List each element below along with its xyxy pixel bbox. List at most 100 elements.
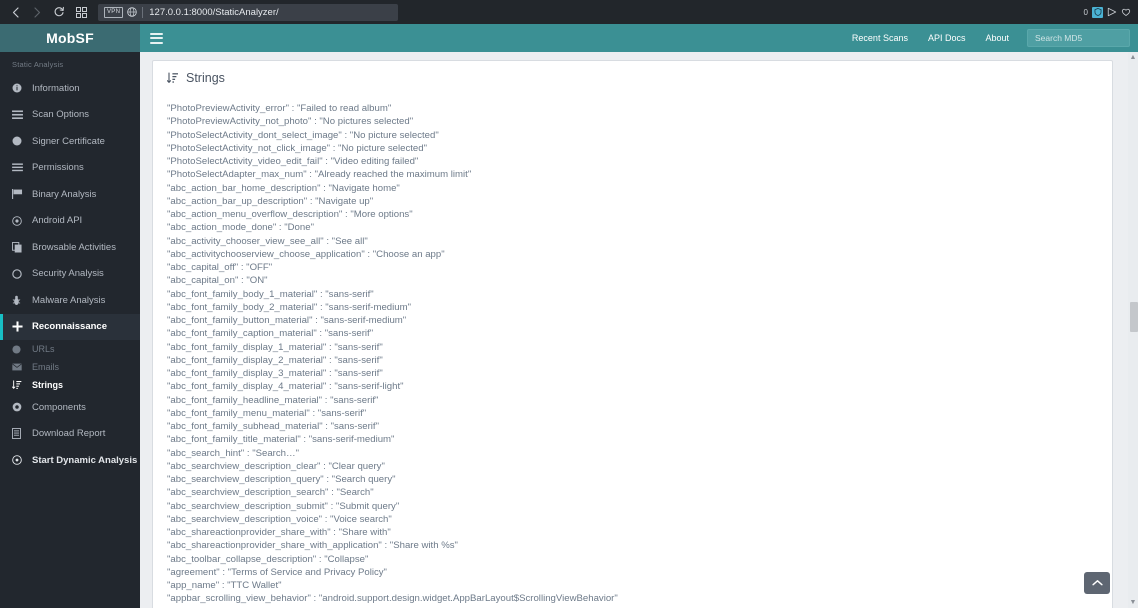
string-line: "abc_searchview_description_query" : "Se… (167, 474, 396, 485)
string-line: "abc_activity_chooser_view_see_all" : "S… (167, 235, 368, 247)
search-md5-input[interactable] (1027, 29, 1130, 47)
scrollbar-up-arrow[interactable]: ▲ (1129, 53, 1137, 62)
url-divider (142, 6, 144, 18)
back-icon[interactable] (4, 2, 26, 22)
string-line: "abc_searchview_description_voice" : "Vo… (167, 513, 392, 525)
string-line: "abc_font_family_title_material" : "sans… (167, 434, 395, 446)
plus-icon (12, 321, 26, 332)
globe-icon (12, 344, 26, 354)
sidebar-item-label: Android API (32, 215, 83, 227)
sidebar-item-label: Security Analysis (32, 268, 104, 280)
browser-extension-area: 0 (1081, 2, 1134, 22)
hamburger-icon[interactable] (150, 32, 163, 44)
string-line: "abc_font_family_display_1_material" : "… (167, 341, 383, 353)
string-line: "abc_font_family_display_2_material" : "… (167, 354, 383, 366)
topbar: Recent Scans API Docs About (140, 24, 1138, 52)
sidebar-item-components[interactable]: Components (0, 394, 140, 421)
browser-nav-buttons (0, 2, 92, 22)
string-line: "abc_font_family_menu_material" : "sans-… (167, 407, 367, 419)
sidebar-item-signer-certificate[interactable]: Signer Certificate (0, 128, 140, 155)
scrollbar-down-arrow[interactable]: ▼ (1129, 598, 1137, 607)
sidebar-item-binary-analysis[interactable]: Binary Analysis (0, 181, 140, 208)
sidebar-item-scan-options[interactable]: Scan Options (0, 102, 140, 129)
string-line: "abc_action_mode_done" : "Done" (167, 222, 314, 234)
circle-icon (12, 269, 26, 279)
card-title: Strings (153, 61, 1112, 85)
sidebar-item-security-analysis[interactable]: Security Analysis (0, 261, 140, 288)
nav-about[interactable]: About (975, 33, 1019, 43)
address-bar[interactable]: VPN 127.0.0.1:8000/StaticAnalyzer/ (98, 3, 398, 21)
string-line: "PhotoPreviewActivity_error" : "Failed t… (167, 103, 392, 114)
envelope-icon (12, 363, 26, 371)
string-line: "abc_font_family_display_3_material" : "… (167, 368, 383, 379)
bug-icon (12, 295, 26, 306)
topbar-nav: Recent Scans API Docs About (842, 29, 1138, 47)
sidebar-item-permissions[interactable]: Permissions (0, 155, 140, 182)
string-line: "abc_font_family_subhead_material" : "sa… (167, 421, 379, 432)
target-icon (12, 215, 26, 226)
string-line: "PhotoSelectAdapter_max_num" : "Already … (167, 169, 472, 181)
sidebar-item-label: Start Dynamic Analysis (32, 454, 138, 466)
sidebar-item-strings[interactable]: Strings (0, 376, 140, 394)
sort-amount-down-icon (12, 380, 26, 390)
strings-card: Strings "PhotoPreviewActivity_error" : "… (152, 60, 1113, 608)
grid-apps-icon[interactable] (70, 2, 92, 22)
bars-icon (12, 163, 26, 172)
string-line: "appbar_scrolling_view_behavior" : "andr… (167, 593, 618, 605)
list-icon (12, 110, 26, 120)
string-line: "abc_font_family_body_1_material" : "san… (167, 288, 374, 300)
sidebar-item-android-api[interactable]: Android API (0, 208, 140, 235)
chevron-up-icon (1091, 574, 1103, 592)
string-line: "PhotoSelectActivity_dont_select_image" … (167, 129, 439, 141)
url-text: 127.0.0.1:8000/StaticAnalyzer/ (149, 6, 279, 18)
heart-icon[interactable] (1121, 7, 1131, 17)
sidebar-item-malware-analysis[interactable]: Malware Analysis (0, 287, 140, 314)
string-line: "abc_toolbar_collapse_description" : "Co… (167, 553, 369, 565)
sidebar-sub-label: URLs (32, 344, 55, 354)
cube-icon (12, 402, 26, 412)
shield-extension-icon[interactable] (1092, 6, 1103, 18)
content-area: Strings "PhotoPreviewActivity_error" : "… (140, 52, 1138, 608)
copy-icon (12, 241, 26, 253)
sidebar-item-start-dynamic-analysis[interactable]: Start Dynamic Analysis (0, 447, 140, 474)
browser-toolbar: VPN 127.0.0.1:8000/StaticAnalyzer/ 0 (0, 0, 1138, 24)
info-circle-icon (12, 83, 26, 93)
sidebar-item-browsable-activities[interactable]: Browsable Activities (0, 234, 140, 261)
string-line: "abc_activitychooserview_choose_applicat… (167, 248, 445, 260)
string-line: "agreement" : "Terms of Service and Priv… (167, 566, 387, 578)
card-title-text: Strings (186, 71, 225, 85)
forward-icon[interactable] (26, 2, 48, 22)
string-line: "abc_action_bar_home_description" : "Nav… (167, 182, 400, 194)
sidebar-item-reconnaissance[interactable]: Reconnaissance (0, 313, 140, 340)
string-line: "PhotoSelectActivity_not_click_image" : … (167, 142, 427, 154)
sidebar-item-information[interactable]: Information (0, 75, 140, 102)
string-line: "abc_action_menu_overflow_description" :… (167, 209, 413, 220)
sidebar-item-label: Download Report (32, 428, 106, 440)
globe-icon (127, 7, 137, 17)
content-scrollbar[interactable]: ▲ ▼ (1128, 52, 1138, 608)
string-line: "abc_capital_on" : "ON" (167, 275, 268, 287)
nav-api-docs[interactable]: API Docs (918, 33, 976, 43)
extension-count: 0 (1083, 7, 1088, 17)
brand-logo[interactable]: MobSF (0, 24, 140, 52)
sidebar-item-emails[interactable]: Emails (0, 358, 140, 376)
nav-recent-scans[interactable]: Recent Scans (842, 33, 918, 43)
string-line: "PhotoPreviewActivity_not_photo" : "No p… (167, 116, 414, 128)
string-line: "abc_capital_off" : "OFF" (167, 262, 273, 273)
string-line: "abc_searchview_description_clear" : "Cl… (167, 460, 385, 472)
string-line: "PhotoSelectActivity_video_edit_fail" : … (167, 156, 419, 167)
application-root: MobSF Static Analysis Information Scan O… (0, 24, 1138, 608)
sidebar-item-urls[interactable]: URLs (0, 340, 140, 358)
sidebar-item-label: Information (32, 82, 80, 94)
string-line: "abc_font_family_headline_material" : "s… (167, 394, 379, 406)
sidebar-item-label: Scan Options (32, 109, 90, 121)
strings-list: "PhotoPreviewActivity_error" : "Failed t… (153, 85, 1112, 606)
sort-amount-down-icon (167, 72, 179, 84)
scrollbar-thumb[interactable] (1130, 302, 1138, 332)
certificate-circle-icon (12, 136, 26, 146)
reload-icon[interactable] (48, 2, 70, 22)
back-to-top-button[interactable] (1084, 572, 1110, 594)
string-line: "abc_action_bar_up_description" : "Navig… (167, 195, 374, 207)
send-icon[interactable] (1107, 7, 1117, 17)
sidebar-item-download-report[interactable]: Download Report (0, 421, 140, 448)
